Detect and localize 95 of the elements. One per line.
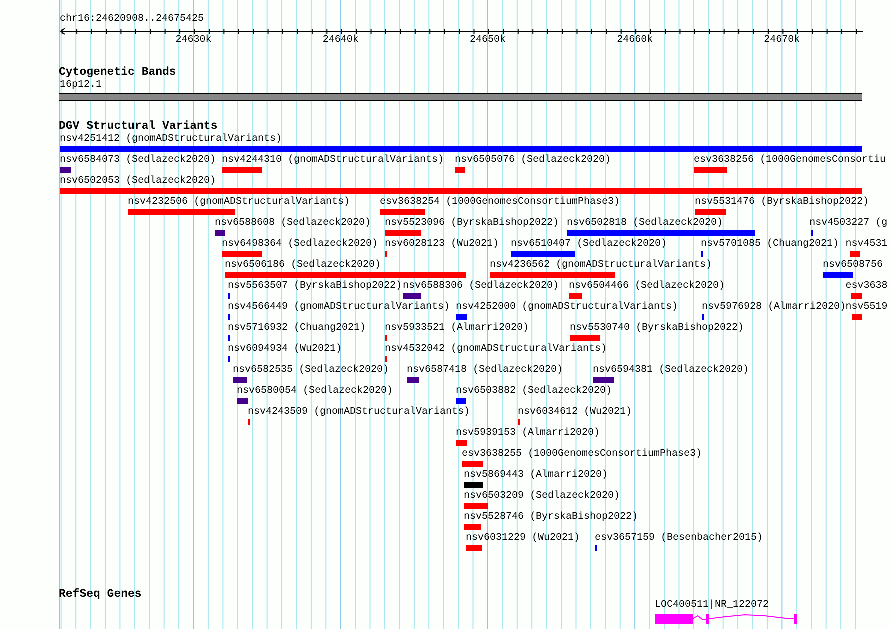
variant-label: nsv6582535 (Sedlazeck2020) — [233, 365, 390, 377]
variant-label: esv3638254 (1000GenomesConsortiumPhase3) — [380, 197, 620, 209]
variant-label: nsv5563507 (ByrskaBishop2022) — [228, 281, 402, 293]
variant-label: nsv4243509 (gnomADStructuralVariants) — [248, 407, 470, 419]
variant-label: nsv6588306 (Sedlazeck2020) — [403, 281, 560, 293]
variant-bar[interactable] — [385, 230, 421, 236]
variant-bar[interactable] — [455, 167, 465, 173]
variant-bar[interactable] — [490, 272, 615, 278]
variant-label: nsv4244310 (gnomADStructuralVariants) — [222, 155, 444, 167]
variant-bar[interactable] — [215, 230, 225, 236]
variant-label: nsv4531 — [846, 239, 888, 251]
ruler-tick-label: 24670k — [764, 35, 800, 47]
variant-label: nsv6584073 (Sedlazeck2020) — [60, 155, 216, 167]
variant-label: esv3638 — [846, 281, 888, 293]
variant-label: nsv5530740 (ByrskaBishop2022) — [570, 323, 744, 335]
variant-label: nsv5716932 (Chuang2021) — [228, 323, 366, 335]
variant-label: nsv6506186 (Sedlazeck2020) — [225, 260, 382, 272]
gene-model-drawing[interactable] — [655, 613, 798, 625]
variant-label: nsv6588608 (Sedlazeck2020) — [215, 218, 372, 230]
variant-label: esv3657159 (Besenbacher2015) — [595, 533, 764, 545]
variant-label: nsv6580054 (Sedlazeck2020) — [237, 386, 394, 398]
variant-bar[interactable] — [567, 230, 755, 236]
variant-label: nsv5933521 (Almarri2020) — [385, 323, 530, 335]
variant-label: nsv5523096 (ByrskaBishop2022) — [385, 218, 560, 230]
variant-bar[interactable] — [570, 335, 600, 341]
variant-label: nsv4503227 (g — [810, 218, 888, 230]
ruler-tick-label: 24640k — [322, 35, 359, 47]
band-label: 16p12.1 — [60, 80, 102, 92]
variant-bar[interactable] — [462, 461, 483, 467]
track-title: Cytogenetic Bands — [59, 66, 176, 80]
variant-bar[interactable] — [60, 188, 862, 194]
variant-label: nsv6504466 (Sedlazeck2020) — [569, 281, 726, 293]
variant-bar[interactable] — [511, 251, 575, 257]
variant-label: nsv6498364 (Sedlazeck2020) — [222, 239, 378, 251]
variant-label: nsv5531476 (ByrskaBishop2022) — [695, 197, 870, 209]
variant-label: nsv5939153 (Almarri2020) — [456, 428, 600, 440]
variant-bar[interactable] — [60, 146, 862, 152]
variant-bar[interactable] — [464, 524, 481, 530]
variant-label: esv3638256 (1000GenomesConsortiu — [694, 155, 886, 167]
variant-label: nsv4232506 (gnomADStructuralVariants) — [128, 197, 350, 209]
variant-bar[interactable] — [456, 398, 466, 404]
variant-bar[interactable] — [456, 314, 467, 320]
variant-label: nsv6028123 (Wu2021) — [385, 239, 500, 251]
variant-label: nsv6031229 (Wu2021) — [466, 533, 580, 545]
variant-label: nsv6502818 (Sedlazeck2020) — [567, 218, 724, 230]
variant-bar[interactable] — [695, 209, 726, 215]
track-title: DGV Structural Variants — [59, 120, 218, 134]
variant-bar[interactable] — [225, 272, 466, 278]
variant-label: nsv5701085 (Chuang2021) — [701, 239, 840, 251]
variant-bar[interactable] — [380, 209, 425, 215]
variant-bar[interactable] — [852, 314, 862, 320]
variant-bar[interactable] — [407, 377, 419, 383]
variant-bar[interactable] — [464, 503, 488, 509]
variant-label: nsv6505076 (Sedlazeck2020) — [455, 155, 612, 167]
variant-label: nsv4236562 (gnomADStructuralVariants) — [490, 260, 712, 272]
variant-label: nsv6510407 (Sedlazeck2020) — [511, 239, 668, 251]
variant-label: nsv4252000 (gnomADStructuralVariants) — [456, 302, 678, 314]
variant-bar[interactable] — [237, 398, 248, 404]
variant-label: nsv6094934 (Wu2021) — [228, 344, 342, 356]
variant-bar[interactable] — [456, 440, 467, 446]
ruler-tick-label: 24650k — [470, 35, 506, 47]
variant-bar[interactable] — [694, 167, 727, 173]
variant-label: nsv5528746 (ByrskaBishop2022) — [464, 512, 638, 524]
variant-label: nsv4566449 (gnomADStructuralVariants) — [228, 302, 450, 314]
variant-bar[interactable] — [850, 251, 860, 257]
variant-label: nsv6594381 (Sedlazeck2020) — [593, 365, 750, 377]
variant-label: nsv6503882 (Sedlazeck2020) — [456, 386, 612, 398]
variant-bar[interactable] — [593, 377, 614, 383]
variant-label: nsv6034612 (Wu2021) — [518, 407, 632, 419]
track-title: RefSeq Genes — [59, 588, 142, 602]
variant-bar[interactable] — [403, 293, 421, 299]
variant-label: nsv4532042 (gnomADStructuralVariants) — [385, 344, 608, 356]
ruler-tick-label: 24660k — [617, 35, 654, 47]
variant-label: nsv5869443 (Almarri2020) — [464, 470, 608, 482]
variant-label: nsv6508756 — [823, 260, 884, 272]
variant-bar[interactable] — [464, 482, 483, 488]
variant-label: nsv6587418 (Sedlazeck2020) — [407, 365, 564, 377]
variant-bar[interactable] — [128, 209, 235, 215]
variant-bar[interactable] — [569, 293, 582, 299]
variant-bar[interactable] — [222, 167, 262, 173]
variant-bar[interactable] — [466, 545, 482, 551]
variant-bar[interactable] — [233, 377, 247, 383]
variant-label: nsv6503209 (Sedlazeck2020) — [464, 491, 620, 503]
ruler-range: chr16:24620908..24675425 — [60, 14, 204, 26]
variant-bar[interactable] — [60, 167, 71, 173]
gene-label: LOC400511|NR_122072 — [655, 600, 770, 612]
variant-label: nsv5519 — [846, 302, 888, 314]
variant-bar[interactable] — [222, 251, 262, 257]
variant-label: nsv4251412 (gnomADStructuralVariants) — [60, 134, 282, 146]
variant-bar[interactable] — [851, 293, 862, 299]
variant-label: esv3638255 (1000GenomesConsortiumPhase3) — [462, 449, 702, 461]
variant-label: nsv6502053 (Sedlazeck2020) — [60, 176, 216, 188]
variant-label: nsv5976928 (Almarri2020) — [702, 302, 846, 314]
variant-bar[interactable] — [823, 272, 853, 278]
ruler-tick-label: 24630k — [176, 35, 212, 47]
